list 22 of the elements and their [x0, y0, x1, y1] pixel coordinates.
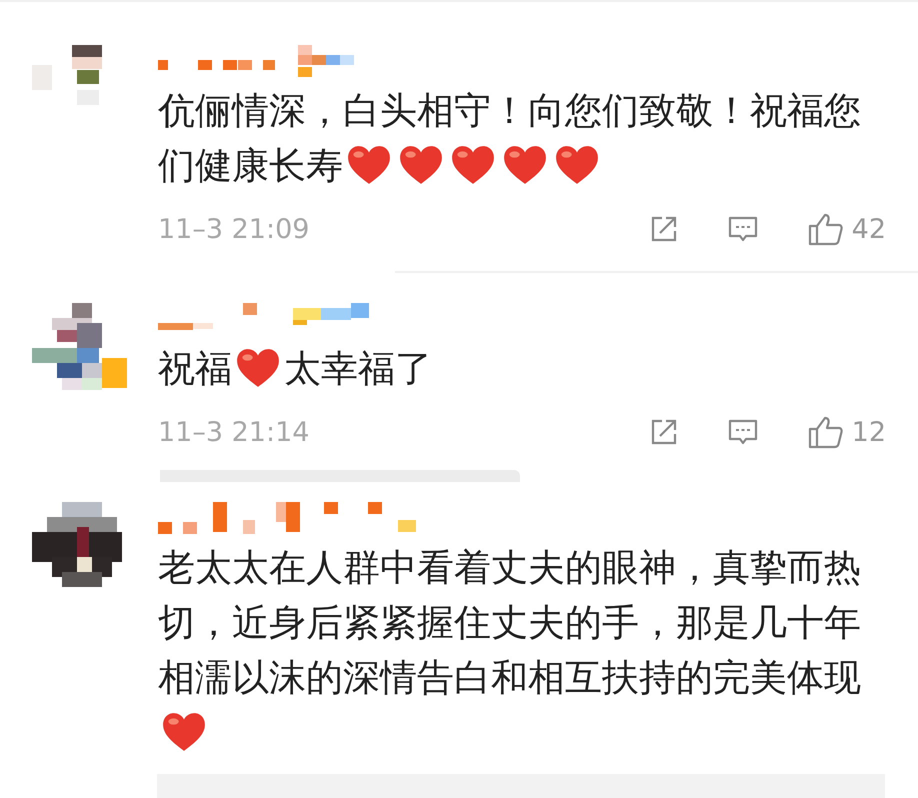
like-count: 12	[852, 416, 886, 448]
timestamp: 11–3 21:09	[158, 214, 310, 244]
heart-icon	[346, 144, 392, 186]
thumbs-up-icon[interactable]	[808, 415, 844, 449]
comment-icon[interactable]	[728, 215, 758, 243]
comment-icon[interactable]	[728, 418, 758, 446]
heart-icon	[161, 711, 207, 753]
comment-text: 们健康长寿	[158, 143, 343, 189]
heart-icon	[502, 144, 548, 186]
thumbs-up-icon[interactable]	[808, 212, 844, 246]
comment-text: 祝福	[158, 346, 232, 392]
share-icon[interactable]	[650, 215, 678, 243]
heart-icon	[398, 144, 444, 186]
timestamp: 11–3 21:14	[158, 416, 310, 448]
heart-icon	[235, 347, 281, 389]
comment-text: 老太太在人群中看着丈夫的眼神，真挚而热切，近身后紧紧握住丈夫的手，那是几十年相濡以沫的深情告白和相互扶持的完美体现	[158, 545, 862, 701]
comment-text: 太幸福了	[284, 346, 432, 392]
like-count: 42	[852, 214, 886, 244]
share-icon[interactable]	[650, 418, 678, 446]
comment-text: 伉俪情深，白头相守！向您们致敬！祝福您	[158, 88, 861, 134]
heart-icon	[554, 144, 600, 186]
heart-icon	[450, 144, 496, 186]
